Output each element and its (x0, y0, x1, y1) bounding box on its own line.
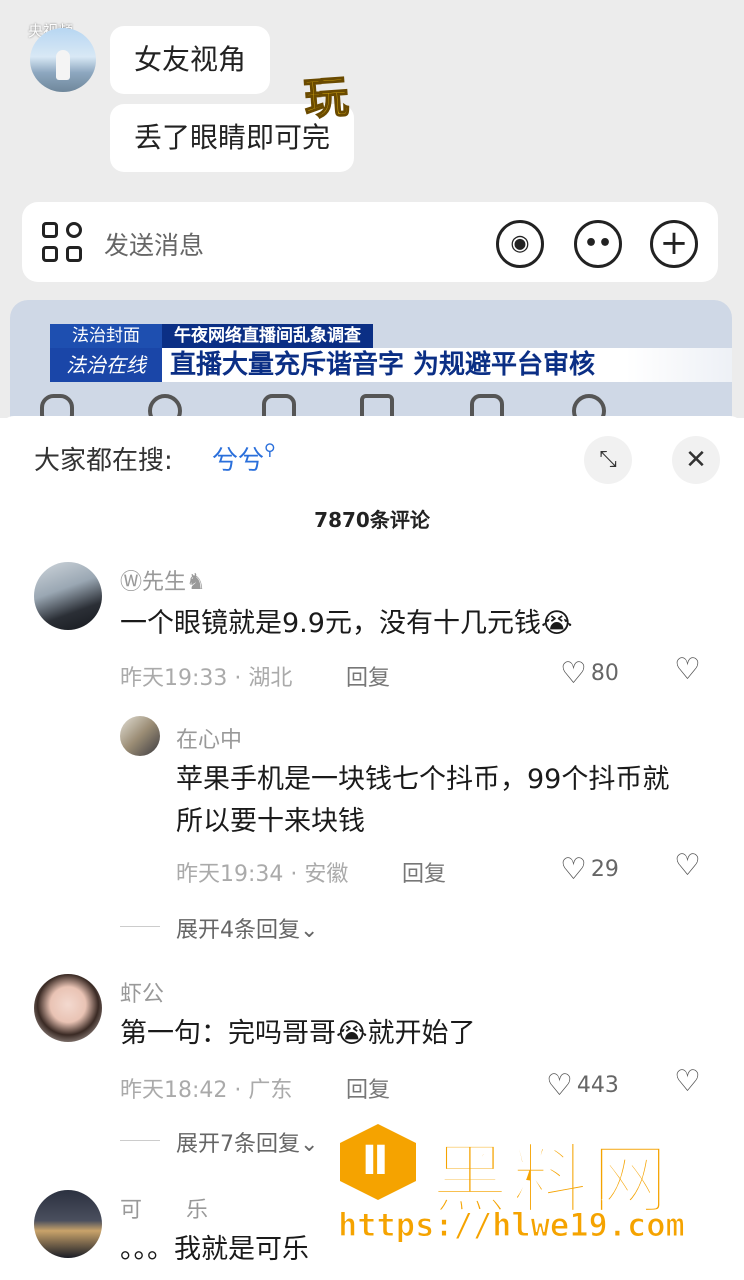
comment-username[interactable]: Ⓦ先生♞ (120, 564, 206, 596)
comment-item: Ⓦ先生♞ 一个眼镜就是9.9元，没有十几元钱😭 昨天19:33 · 湖北 回复 … (0, 560, 744, 943)
dislike-icon[interactable]: ♡ (674, 1064, 701, 1099)
chat-avatar (30, 28, 96, 92)
avatar[interactable] (34, 974, 102, 1042)
close-icon[interactable]: ✕ (672, 436, 720, 484)
brand-logo-icon: Ⅱ (340, 1124, 416, 1200)
heart-icon: ♡ (546, 1068, 573, 1103)
heart-icon: ♡ (560, 852, 587, 887)
comment-username[interactable]: 可 乐 (120, 1192, 208, 1224)
video-toolbar-icons (40, 392, 732, 418)
comment-text: 。。。我就是可乐 (120, 1234, 309, 1265)
reply-button[interactable]: 回复 (346, 1072, 390, 1104)
message-input[interactable]: 发送消息 (104, 226, 204, 262)
comment-text: 一个眼镜就是9.9元，没有十几元钱😭 (120, 608, 573, 639)
dislike-icon[interactable]: ♡ (674, 652, 701, 687)
apps-grid-icon[interactable] (42, 222, 84, 264)
expand-replies-button[interactable]: 展开4条回复⌄ (176, 912, 318, 944)
comment-count: 7870条评论 (314, 508, 430, 532)
comment-username[interactable]: 虾公 (120, 976, 164, 1008)
comment-time-location: 昨天18:42 · 广东 (120, 1078, 293, 1103)
site-watermark: Ⅱ 黑料网 (340, 1118, 740, 1225)
avatar[interactable] (34, 1190, 102, 1258)
divider (120, 1140, 160, 1141)
reply-username[interactable]: 在心中 (176, 722, 242, 754)
like-count: 443 (576, 1073, 619, 1098)
like-button[interactable]: ♡ 443 (546, 1068, 619, 1103)
like-count: 80 (590, 661, 619, 686)
search-icon: ⚲ (264, 440, 276, 459)
sticker-text: 玩 (302, 71, 351, 126)
divider (120, 926, 160, 927)
dislike-icon[interactable]: ♡ (674, 848, 701, 883)
expand-replies-button[interactable]: 展开7条回复⌄ (176, 1126, 318, 1158)
like-count: 29 (590, 857, 619, 882)
comment-time-location: 昨天19:33 · 湖北 (120, 666, 293, 691)
like-button[interactable]: ♡ 29 (560, 852, 619, 887)
video-frame[interactable]: 央视频 女友视角 丢了眼睛即可完 玩 发送消息 ◉ •• + 法治封面 午夜网络… (0, 0, 744, 418)
hot-search-term[interactable]: 兮兮⚲ (212, 440, 276, 477)
reply-time-location: 昨天19:34 · 安徽 (176, 862, 349, 887)
brand-url: https://hlwe19.com (338, 1206, 686, 1245)
reply-text-line1: 苹果手机是一块钱七个抖币，99个抖币就 (176, 764, 670, 795)
message-input-bar[interactable]: 发送消息 ◉ •• + (22, 202, 718, 282)
voice-icon[interactable]: ◉ (496, 220, 544, 268)
news-headline: 直播大量充斥谐音字 为规避平台审核 (162, 348, 732, 382)
reply-text-line2: 所以要十来块钱 (176, 806, 365, 837)
reply-avatar[interactable] (120, 716, 160, 756)
chat-bubble-1: 女友视角 (110, 26, 271, 94)
hot-search-term-text[interactable]: 兮兮 (212, 446, 264, 476)
emoji-icon[interactable]: •• (574, 220, 622, 268)
expand-icon[interactable]: ⤡ (584, 436, 632, 484)
like-button[interactable]: ♡ 80 (560, 656, 619, 691)
comment-text: 第一句：完吗哥哥😭就开始了 (120, 1018, 476, 1049)
reply-button[interactable]: 回复 (346, 660, 390, 692)
heart-icon: ♡ (560, 656, 587, 691)
news-banner: 法治封面 午夜网络直播间乱象调查 法治在线 直播大量充斥谐音字 为规避平台审核 (10, 300, 732, 418)
reply-button[interactable]: 回复 (402, 856, 446, 888)
hot-search-label: 大家都在搜: (34, 446, 173, 476)
news-program-tag: 法治封面 (50, 324, 162, 348)
plus-icon[interactable]: + (650, 220, 698, 268)
news-topic-tag: 午夜网络直播间乱象调查 (162, 324, 373, 348)
news-channel-logo: 法治在线 (50, 348, 162, 382)
avatar[interactable] (34, 562, 102, 630)
